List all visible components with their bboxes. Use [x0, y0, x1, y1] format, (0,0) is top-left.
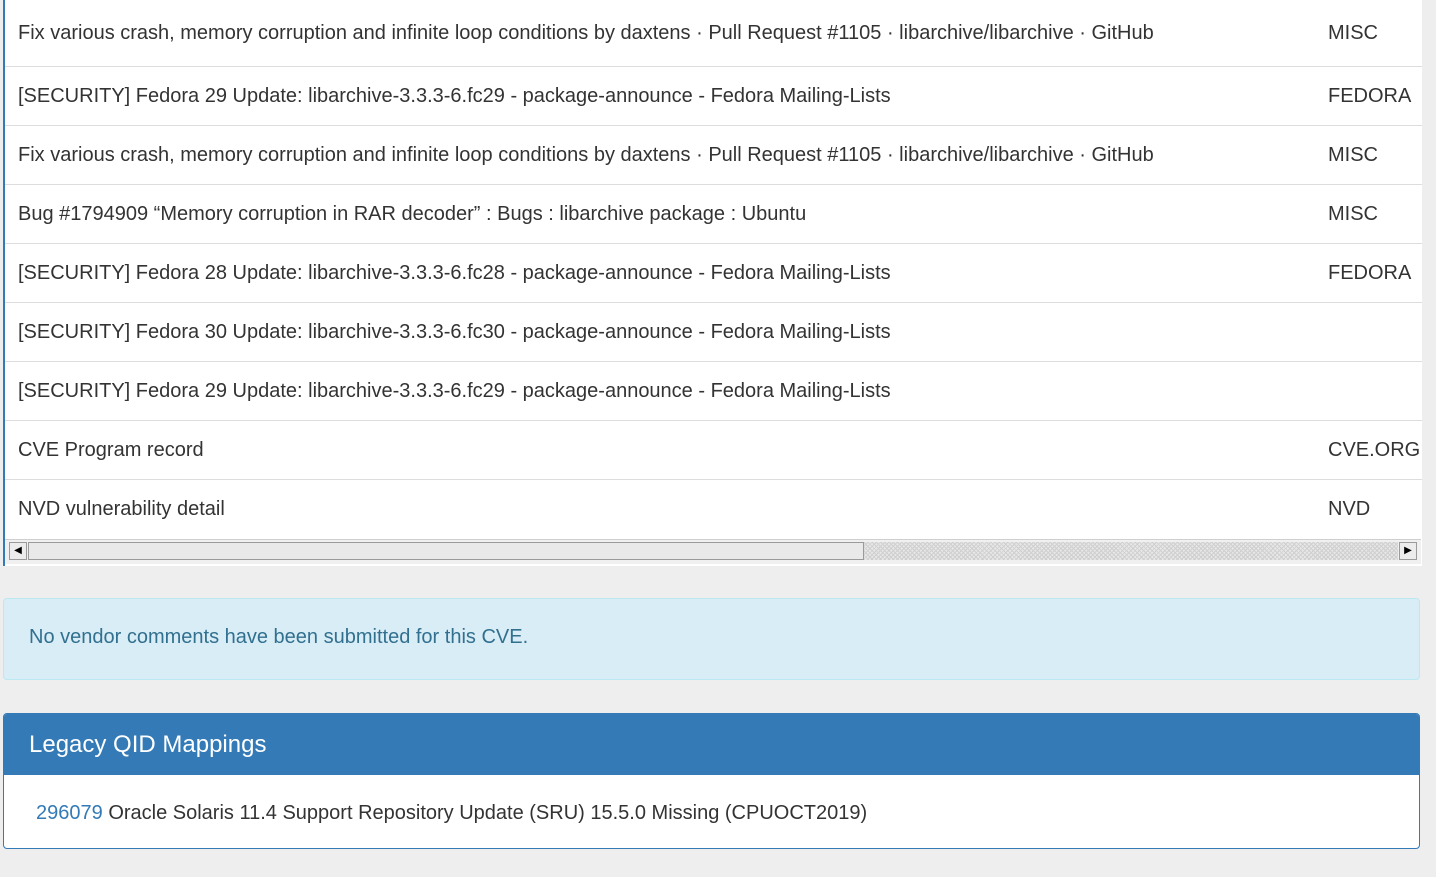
table-row: CVE Program record CVE.ORG: [5, 420, 1422, 479]
reference-source: MISC: [1328, 202, 1378, 225]
scroll-thumb[interactable]: [28, 542, 864, 560]
qid-title: Oracle Solaris 11.4 Support Repository U…: [108, 802, 868, 824]
reference-source: FEDORA: [1328, 84, 1412, 107]
arrow-left-icon: ◀: [14, 545, 22, 556]
scroll-right-button[interactable]: ▶: [1399, 542, 1417, 560]
reference-source: CVE.ORG: [1328, 438, 1421, 461]
vendor-comments-alert: No vendor comments have been submitted f…: [3, 598, 1420, 680]
reference-source: NVD: [1328, 497, 1371, 520]
table-row: NVD vulnerability detail NVD: [5, 479, 1422, 538]
reference-link[interactable]: CVE Program record: [5, 420, 1316, 479]
table-row: [SECURITY] Fedora 30 Update: libarchive-…: [5, 302, 1422, 361]
reference-source: [1316, 302, 1422, 361]
reference-link[interactable]: NVD vulnerability detail: [5, 479, 1316, 538]
table-row: [SECURITY] Fedora 29 Update: libarchive-…: [5, 66, 1422, 125]
table-row: [SECURITY] Fedora 28 Update: libarchive-…: [5, 243, 1422, 302]
reference-link[interactable]: [SECURITY] Fedora 29 Update: libarchive-…: [5, 66, 1316, 125]
references-table: Fix various crash, memory corruption and…: [5, 0, 1422, 538]
table-row: Fix various crash, memory corruption and…: [5, 125, 1422, 184]
reference-link[interactable]: [SECURITY] Fedora 28 Update: libarchive-…: [5, 243, 1316, 302]
qid-item: 296079 Oracle Solaris 11.4 Support Repos…: [4, 775, 1419, 824]
reference-source: MISC: [1328, 21, 1378, 44]
vendor-comments-text: No vendor comments have been submitted f…: [29, 626, 529, 648]
reference-link[interactable]: Fix various crash, memory corruption and…: [5, 0, 1316, 66]
table-row: Fix various crash, memory corruption and…: [5, 0, 1422, 66]
reference-link[interactable]: Bug #1794909 “Memory corruption in RAR d…: [5, 184, 1316, 243]
reference-link[interactable]: [SECURITY] Fedora 29 Update: libarchive-…: [5, 361, 1316, 420]
reference-source: FEDORA: [1328, 261, 1412, 284]
qid-link[interactable]: 296079: [36, 802, 103, 824]
table-row: [SECURITY] Fedora 29 Update: libarchive-…: [5, 361, 1422, 420]
reference-link[interactable]: Fix various crash, memory corruption and…: [5, 125, 1316, 184]
reference-source: [1316, 361, 1422, 420]
scroll-left-button[interactable]: ◀: [9, 542, 27, 560]
references-panel: Fix various crash, memory corruption and…: [3, 0, 1422, 566]
arrow-right-icon: ▶: [1404, 545, 1412, 556]
table-row: Bug #1794909 “Memory corruption in RAR d…: [5, 184, 1422, 243]
horizontal-scrollbar[interactable]: ◀ ▶: [5, 539, 1421, 564]
reference-source: MISC: [1328, 143, 1378, 166]
panel-heading: Legacy QID Mappings: [4, 714, 1419, 775]
reference-link[interactable]: [SECURITY] Fedora 30 Update: libarchive-…: [5, 302, 1316, 361]
legacy-qid-panel: Legacy QID Mappings 296079 Oracle Solari…: [3, 713, 1420, 849]
scroll-track[interactable]: [28, 542, 1398, 560]
